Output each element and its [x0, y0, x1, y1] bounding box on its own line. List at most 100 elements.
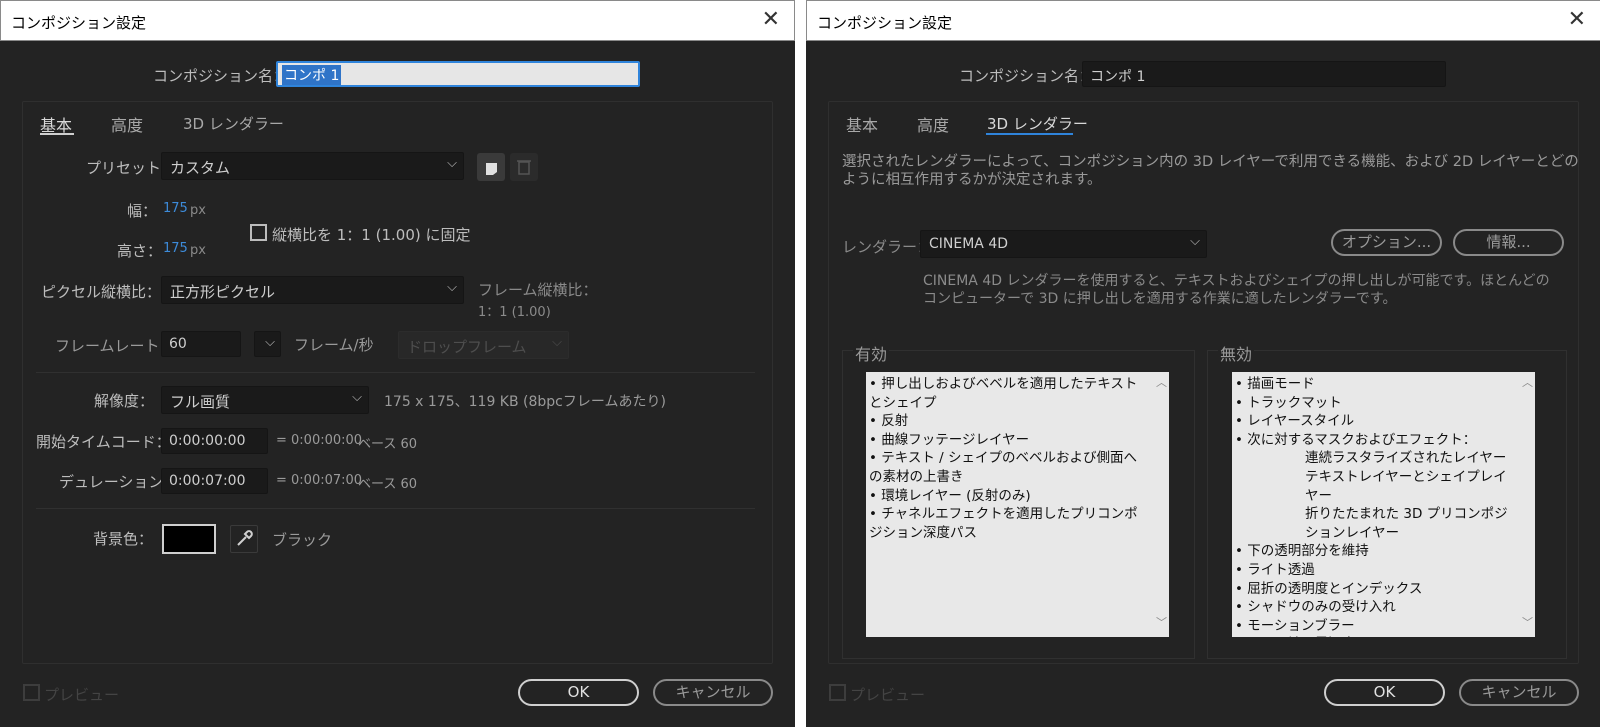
list-item: • カメラ被写界深度	[1235, 635, 1515, 637]
delete-preset-button[interactable]	[510, 153, 538, 181]
start-timecode-label: 開始タイムコード：	[36, 433, 171, 451]
renderer-label: レンダラー：	[842, 238, 933, 256]
title-bar: コンポジション設定 ✕	[0, 0, 795, 41]
list-item: • 屈折の透明度とインデックス	[1235, 580, 1423, 597]
resolution-label: 解像度：	[94, 392, 155, 410]
save-preset-icon	[486, 163, 497, 175]
bg-color-label: 背景色：	[93, 530, 154, 548]
chevron-up-icon[interactable]: ︿	[1156, 374, 1167, 393]
tab-basic-underline	[40, 133, 74, 135]
chevron-down-icon[interactable]: ﹀	[1522, 614, 1533, 633]
ok-button[interactable]: OK	[1324, 679, 1445, 706]
renderer-dropdown[interactable]: CINEMA 4D ⌵	[920, 230, 1207, 258]
tab-advanced[interactable]: 高度	[917, 112, 949, 136]
save-preset-button[interactable]	[477, 153, 505, 181]
info-button[interactable]: 情報...	[1453, 229, 1564, 256]
start-timecode-base: ベース 60	[358, 437, 418, 452]
comp-name-value: コンポ 1	[282, 65, 342, 85]
cancel-button[interactable]: キャンセル	[653, 679, 773, 706]
pixel-aspect-value: 正方形ピクセル	[170, 283, 276, 301]
chevron-up-icon[interactable]: ︿	[1522, 374, 1533, 393]
frame-aspect-label: フレーム縦横比：	[478, 281, 598, 299]
lock-aspect-checkbox[interactable]	[250, 224, 267, 241]
list-item: • 環境レイヤー (反射のみ)	[869, 487, 1031, 504]
list-item: • 曲線フッテージレイヤー	[869, 431, 1030, 448]
framerate-dropdown[interactable]: ⌵	[254, 331, 281, 357]
preview-label: プレビュー	[850, 686, 926, 704]
preset-value: カスタム	[170, 159, 231, 177]
bg-color-swatch[interactable]	[162, 524, 216, 554]
chevron-down-icon: ⌵	[447, 280, 457, 295]
bg-color-name: ブラック	[272, 531, 333, 549]
width-unit: px	[190, 203, 206, 218]
preview-label: プレビュー	[44, 686, 120, 704]
cancel-button[interactable]: キャンセル	[1459, 679, 1579, 706]
resolution-value: フル画質	[170, 393, 231, 411]
scrollbar[interactable]: ︿ ﹀	[1153, 372, 1169, 637]
chevron-down-icon: ⌵	[1190, 234, 1200, 249]
list-item: • シャドウのみの受け入れ	[1235, 599, 1396, 616]
width-label: 幅：	[127, 202, 158, 220]
comp-name-label: コンポジション名：	[153, 67, 289, 85]
height-value[interactable]: 175	[163, 241, 188, 256]
width-value[interactable]: 175	[163, 201, 188, 216]
enabled-items: • 押し出しおよびベベルを適用したテキストとシェイプ • 反射 • 曲線フッテージレ…	[869, 375, 1149, 542]
tab-basic[interactable]: 基本	[846, 112, 878, 136]
tab-3d-renderer[interactable]: 3D レンダラー	[183, 113, 284, 134]
renderer-detail-description: CINEMA 4D レンダラーを使用すると、テキストおよびシェイプの押し出しが可…	[923, 273, 1550, 307]
chevron-down-icon: ⌵	[447, 156, 457, 171]
settings-panel	[22, 101, 773, 664]
start-timecode-info: = 0:00:00:00	[276, 433, 363, 448]
disabled-features-list[interactable]: • 描画モード • トラックマット • レイヤースタイル • 次に対するマスクおよびエ…	[1232, 372, 1535, 637]
framerate-unit: フレーム/秒	[294, 336, 374, 354]
start-timecode-input[interactable]: 0:00:00:00	[161, 428, 268, 454]
preview-checkbox[interactable]	[23, 684, 40, 701]
duration-input[interactable]: 0:00:07:00	[161, 468, 268, 494]
pixel-aspect-label: ピクセル縦横比：	[41, 283, 162, 301]
close-icon[interactable]: ✕	[1568, 9, 1586, 31]
list-item: 連続ラスタライズされたレイヤー	[1305, 450, 1507, 467]
comp-name-input[interactable]: コンポ 1	[276, 61, 640, 87]
tab-advanced[interactable]: 高度	[111, 112, 143, 136]
ok-button[interactable]: OK	[518, 679, 639, 706]
tab-3d-renderer[interactable]: 3D レンダラー	[987, 113, 1088, 134]
enabled-group-label: 有効	[853, 341, 890, 365]
comp-name-input[interactable]: コンポ 1	[1082, 61, 1446, 87]
list-item: • ライト透過	[1235, 561, 1315, 578]
list-item: • 次に対するマスクおよびエフェクト：	[1235, 431, 1477, 448]
framerate-input[interactable]: 60	[161, 331, 241, 357]
list-item: • レイヤースタイル	[1235, 413, 1355, 430]
enabled-features-list[interactable]: • 押し出しおよびベベルを適用したテキストとシェイプ • 反射 • 曲線フッテージレ…	[866, 372, 1169, 637]
scrollbar[interactable]: ︿ ﹀	[1519, 372, 1535, 637]
eyedropper-button[interactable]	[230, 525, 258, 553]
list-item: 折りたたまれた 3D プリコンポジションレイヤー	[1305, 506, 1508, 541]
framerate-label: フレームレート：	[55, 337, 175, 355]
disabled-items: • 描画モード • トラックマット • レイヤースタイル • 次に対するマスクおよびエ…	[1235, 375, 1515, 637]
resolution-dropdown[interactable]: フル画質 ⌵	[161, 386, 369, 414]
list-item: • チャネルエフェクトを適用したプリコンポジション深度パス	[869, 506, 1138, 541]
dropframe-dropdown[interactable]: ドロップフレーム ⌵	[398, 331, 569, 359]
renderer-description: 選択されたレンダラーによって、コンポジション内の 3D レイヤーで利用できる機能…	[842, 154, 1579, 188]
options-button[interactable]: オプション...	[1331, 229, 1442, 256]
pixel-aspect-dropdown[interactable]: 正方形ピクセル ⌵	[161, 276, 464, 304]
trash-icon	[517, 160, 531, 175]
comp-name-label: コンポジション名：	[959, 67, 1095, 85]
chevron-down-icon: ⌵	[265, 335, 275, 350]
frame-aspect-value: 1：1 (1.00)	[478, 305, 551, 320]
duration-info: = 0:00:07:00	[276, 473, 363, 488]
close-icon[interactable]: ✕	[762, 9, 780, 31]
tab-3d-renderer-underline	[986, 133, 1073, 135]
duration-base: ベース 60	[358, 477, 418, 492]
preview-checkbox[interactable]	[829, 684, 846, 701]
height-unit: px	[190, 243, 206, 258]
list-item: • 押し出しおよびベベルを適用したテキストとシェイプ	[869, 376, 1138, 411]
chevron-down-icon: ⌵	[352, 390, 362, 405]
list-item: • 反射	[869, 413, 909, 430]
chevron-down-icon[interactable]: ﹀	[1156, 614, 1167, 633]
disabled-group-label: 無効	[1218, 341, 1255, 365]
preset-dropdown[interactable]: カスタム ⌵	[161, 152, 464, 180]
list-item: • 描画モード	[1235, 376, 1315, 392]
resolution-info: 175 x 175、119 KB (8bpcフレームあたり)	[384, 394, 666, 410]
dropframe-value: ドロップフレーム	[407, 338, 527, 356]
chevron-down-icon: ⌵	[552, 335, 562, 350]
